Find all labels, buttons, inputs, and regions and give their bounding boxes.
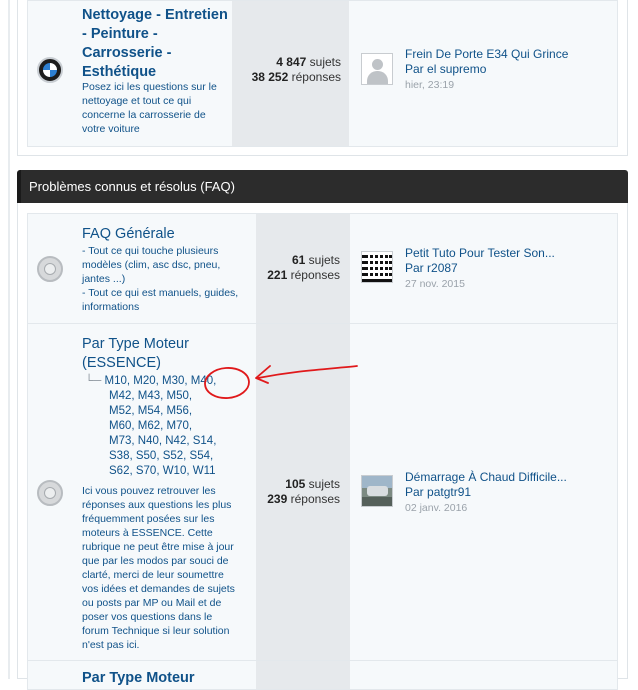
forum-title-faq-generale[interactable]: FAQ Générale [82, 225, 175, 244]
forum-row-faq-generale: FAQ Générale - Tout ce qui touche plusie… [27, 213, 618, 324]
category-header[interactable]: Problèmes connus et résolus (FAQ) [17, 170, 628, 203]
category-title[interactable]: Problèmes connus et résolus (FAQ) [29, 179, 235, 194]
last-post-title[interactable]: Frein De Porte E34 Qui Grince [405, 47, 568, 62]
forum-panel-top: Nettoyage - Entretien - Peinture - Carro… [17, 0, 628, 156]
last-post-date: hier, 23:19 [405, 79, 455, 91]
subforum-line[interactable]: M52, M54, M56, [85, 404, 216, 419]
forum-title-nettoyage[interactable]: Nettoyage - Entretien - Peinture - Carro… [82, 6, 228, 82]
subforum-line[interactable]: └─ M10, M20, M30, M40, [85, 374, 216, 389]
subforum-line[interactable]: S38, S50, S52, S54, [85, 449, 216, 464]
last-post-author: Par el supremo [405, 62, 487, 76]
author-link[interactable]: r2087 [427, 261, 458, 275]
subforum-line[interactable]: S62, S70, W10, W11 [85, 464, 216, 479]
forum-row-diesel: Par Type Moteur [27, 660, 618, 690]
subforum-list[interactable]: └─ M10, M20, M30, M40, M42, M43, M50, M5… [85, 374, 216, 479]
car-thumbnail[interactable] [361, 475, 393, 507]
topics-count: 61 sujets [291, 253, 340, 267]
forum-description: Ici vous pouvez retrouver les réponses a… [82, 485, 235, 651]
forum-row-essence: Par Type Moteur (ESSENCE) └─ M10, M20, M… [27, 323, 618, 661]
subforum-line[interactable]: M60, M62, M70, [85, 419, 216, 434]
qr-code-thumbnail[interactable] [361, 251, 393, 283]
last-post-author: Par patgtr91 [405, 485, 472, 499]
bmw-logo-icon [37, 57, 63, 83]
topics-count: 105 sujets [285, 477, 340, 491]
last-post-date: 02 janv. 2016 [405, 502, 468, 514]
forum-panel-faq: FAQ Générale - Tout ce qui touche plusie… [17, 203, 628, 690]
subforum-line[interactable]: M73, N40, N42, S14, [85, 434, 216, 449]
forum-description: Posez ici les questions sur le nettoyage… [82, 81, 217, 135]
last-post-date: 27 nov. 2015 [405, 278, 465, 290]
stats-column [256, 661, 350, 689]
forum-title-essence[interactable]: Par Type Moteur (ESSENCE) [82, 335, 189, 373]
author-link[interactable]: patgtr91 [427, 485, 471, 499]
topics-count: 4 847 sujets [276, 55, 341, 69]
forum-row-nettoyage: Nettoyage - Entretien - Peinture - Carro… [27, 0, 618, 147]
replies-count: 38 252 réponses [251, 70, 341, 84]
subforum-line[interactable]: M42, M43, M50, [85, 389, 216, 404]
forum-read-icon [37, 480, 63, 506]
replies-count: 221 réponses [267, 268, 340, 282]
page-edge [8, 0, 10, 679]
last-post-title[interactable]: Petit Tuto Pour Tester Son... [405, 246, 555, 261]
author-link[interactable]: el supremo [427, 62, 486, 76]
last-post-title[interactable]: Démarrage À Chaud Difficile... [405, 470, 567, 485]
forum-read-icon [37, 256, 63, 282]
replies-count: 239 réponses [267, 492, 340, 506]
last-post-author: Par r2087 [405, 261, 458, 275]
forum-description: - Tout ce qui touche plusieurs modèles (… [82, 245, 239, 313]
avatar[interactable] [361, 53, 393, 85]
